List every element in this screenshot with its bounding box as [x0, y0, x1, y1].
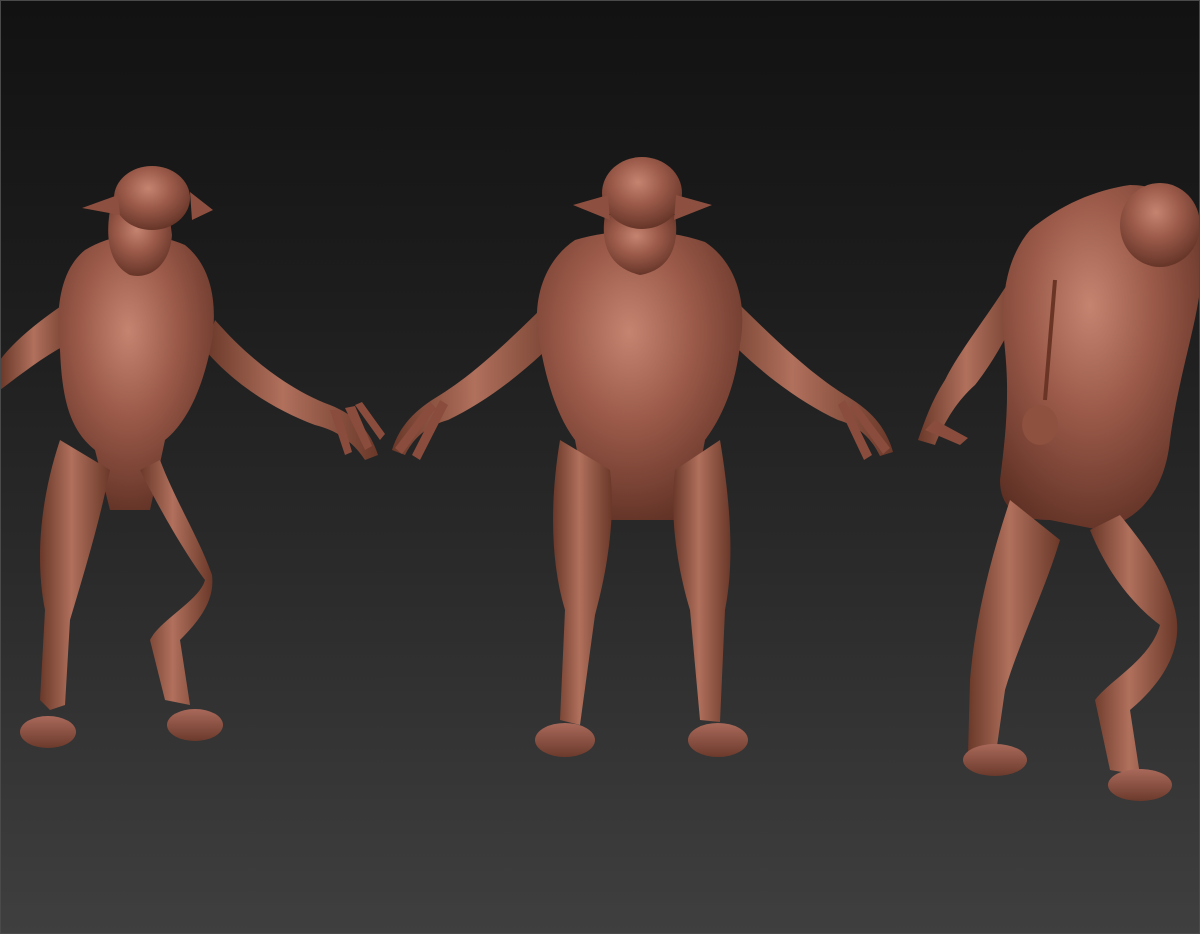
creature-figure-front — [392, 157, 893, 757]
creature-figure-back-three-quarter — [918, 183, 1200, 801]
sculpt-scene[interactable] — [0, 0, 1200, 934]
sculpt-viewport[interactable] — [0, 0, 1200, 934]
creature-figure-front-three-quarter — [0, 166, 385, 748]
